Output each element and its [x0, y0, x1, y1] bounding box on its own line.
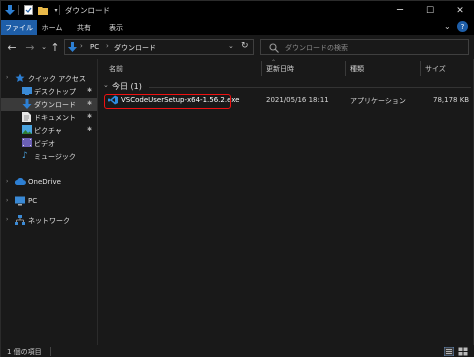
- column-header-modified[interactable]: 更新日時: [266, 64, 294, 79]
- sidebar-item-onedrive[interactable]: › OneDrive: [1, 176, 97, 189]
- column-header-name[interactable]: 名前: [109, 64, 123, 79]
- forward-arrow-icon[interactable]: →: [23, 40, 37, 54]
- maximize-button[interactable]: ☐: [415, 1, 445, 20]
- breadcrumb-separator-icon: ›: [106, 42, 109, 50]
- navigation-bar: ← → ⌄ ↑ › PC › ダウンロード ⌄ ↻ ダウンロードの検索: [1, 35, 474, 59]
- expand-chevron-icon[interactable]: ›: [6, 216, 8, 223]
- desktop-folder-icon: [22, 86, 32, 96]
- address-bar[interactable]: › PC › ダウンロード ⌄ ↻: [64, 39, 254, 55]
- help-icon[interactable]: ?: [457, 21, 468, 32]
- pictures-folder-icon: [22, 125, 32, 135]
- status-separator: [50, 347, 51, 356]
- breadcrumb-pc[interactable]: PC: [90, 43, 99, 51]
- window-title: ダウンロード: [65, 6, 110, 15]
- tab-share[interactable]: 共有: [71, 20, 97, 35]
- sidebar-item-label: OneDrive: [28, 178, 61, 186]
- column-separator[interactable]: [420, 61, 421, 76]
- file-modified: 2021/05/16 18:11: [266, 96, 329, 104]
- sidebar-item-pc[interactable]: › PC: [1, 195, 97, 208]
- sidebar-item-label: ピクチャ: [34, 127, 62, 135]
- search-icon: [269, 43, 279, 55]
- pin-icon: ✱: [87, 100, 93, 107]
- music-folder-icon: ♪: [22, 151, 28, 161]
- status-bar: 1 個の項目: [1, 345, 474, 357]
- pin-icon: ✱: [87, 87, 93, 94]
- sidebar-item-label: ダウンロード: [34, 101, 76, 109]
- properties-icon[interactable]: [22, 4, 34, 16]
- network-icon: [15, 215, 25, 225]
- sidebar-item-network[interactable]: › ネットワーク: [1, 214, 97, 227]
- ribbon-tabs: ファイル ホーム 共有 表示 ⌄ ?: [1, 20, 474, 35]
- expand-ribbon-icon[interactable]: ⌄: [444, 22, 451, 31]
- quick-access-dropdown-icon[interactable]: ▾: [50, 4, 62, 16]
- sidebar-item-music[interactable]: ♪ ミュージック: [1, 150, 97, 163]
- new-folder-icon[interactable]: [37, 4, 49, 16]
- column-separator[interactable]: [345, 61, 346, 76]
- download-arrow-icon: [4, 4, 16, 16]
- pane-divider[interactable]: [97, 59, 98, 345]
- search-box[interactable]: ダウンロードの検索: [260, 39, 469, 55]
- file-size: 78,178 KB: [433, 96, 470, 104]
- details-view-icon[interactable]: [443, 346, 455, 357]
- documents-folder-icon: [22, 112, 32, 122]
- sidebar-item-desktop[interactable]: デスクトップ ✱: [1, 85, 97, 98]
- column-header-size[interactable]: サイズ: [425, 64, 446, 79]
- tab-view[interactable]: 表示: [103, 20, 129, 35]
- sidebar-item-label: PC: [28, 197, 38, 205]
- videos-folder-icon: [22, 138, 32, 148]
- explorer-window: ▾ ダウンロード ─ ☐ ✕ ファイル ホーム 共有 表示 ⌄ ? ← → ⌄ …: [0, 0, 474, 357]
- sidebar-item-label: ミュージック: [34, 153, 76, 161]
- pc-icon: [15, 196, 25, 206]
- pin-icon: ✱: [87, 126, 93, 133]
- minimize-button[interactable]: ─: [385, 1, 415, 20]
- search-placeholder: ダウンロードの検索: [285, 44, 348, 52]
- file-type: アプリケーション: [350, 97, 406, 105]
- address-dropdown-icon[interactable]: ⌄: [228, 42, 234, 50]
- sidebar-item-label: ネットワーク: [28, 217, 70, 225]
- sidebar-item-label: クイック アクセス: [28, 75, 86, 83]
- column-header-type[interactable]: 種類: [350, 64, 364, 79]
- sidebar-item-documents[interactable]: ドキュメント ✱: [1, 111, 97, 124]
- highlight-annotation-box: [104, 94, 231, 109]
- group-header-today[interactable]: 今日 (1): [112, 81, 142, 92]
- tab-file[interactable]: ファイル: [1, 20, 37, 35]
- sidebar-item-label: デスクトップ: [34, 88, 76, 96]
- address-separator-icon: ›: [80, 42, 83, 50]
- sidebar-item-label: ドキュメント: [34, 114, 76, 122]
- onedrive-cloud-icon: [14, 177, 26, 188]
- title-separator: [18, 5, 19, 15]
- pin-icon: ✱: [87, 113, 93, 120]
- star-icon: [15, 73, 25, 83]
- up-arrow-icon[interactable]: ↑: [48, 40, 62, 54]
- expand-chevron-icon[interactable]: ›: [6, 178, 8, 185]
- title-bar: ▾ ダウンロード ─ ☐ ✕: [1, 1, 474, 20]
- large-icons-view-icon[interactable]: [458, 347, 468, 357]
- sidebar-item-downloads[interactable]: ダウンロード ✱: [1, 98, 97, 111]
- group-divider-line: [149, 87, 471, 88]
- title-separator-2: [59, 5, 60, 15]
- column-separator[interactable]: [261, 61, 262, 76]
- tab-home[interactable]: ホーム: [37, 20, 67, 35]
- group-collapse-chevron-icon[interactable]: ⌄: [103, 81, 109, 89]
- item-count: 1 個の項目: [7, 348, 42, 356]
- address-download-icon: [68, 42, 77, 54]
- sidebar-item-label: ビデオ: [34, 140, 55, 148]
- navigation-pane: › クイック アクセス デスクトップ ✱ ダウンロード ✱ ドキュメント ✱ ピ…: [1, 59, 97, 345]
- sidebar-item-quick-access[interactable]: › クイック アクセス: [1, 72, 97, 85]
- sidebar-item-pictures[interactable]: ピクチャ ✱: [1, 124, 97, 137]
- expand-chevron-icon[interactable]: ›: [6, 74, 8, 81]
- download-folder-icon: [22, 99, 32, 109]
- breadcrumb-downloads[interactable]: ダウンロード: [114, 43, 156, 53]
- close-button[interactable]: ✕: [445, 1, 474, 20]
- back-arrow-icon[interactable]: ←: [5, 40, 19, 54]
- expand-chevron-icon[interactable]: ›: [6, 197, 8, 204]
- sidebar-item-videos[interactable]: ビデオ: [1, 137, 97, 150]
- refresh-icon[interactable]: ↻: [241, 41, 249, 51]
